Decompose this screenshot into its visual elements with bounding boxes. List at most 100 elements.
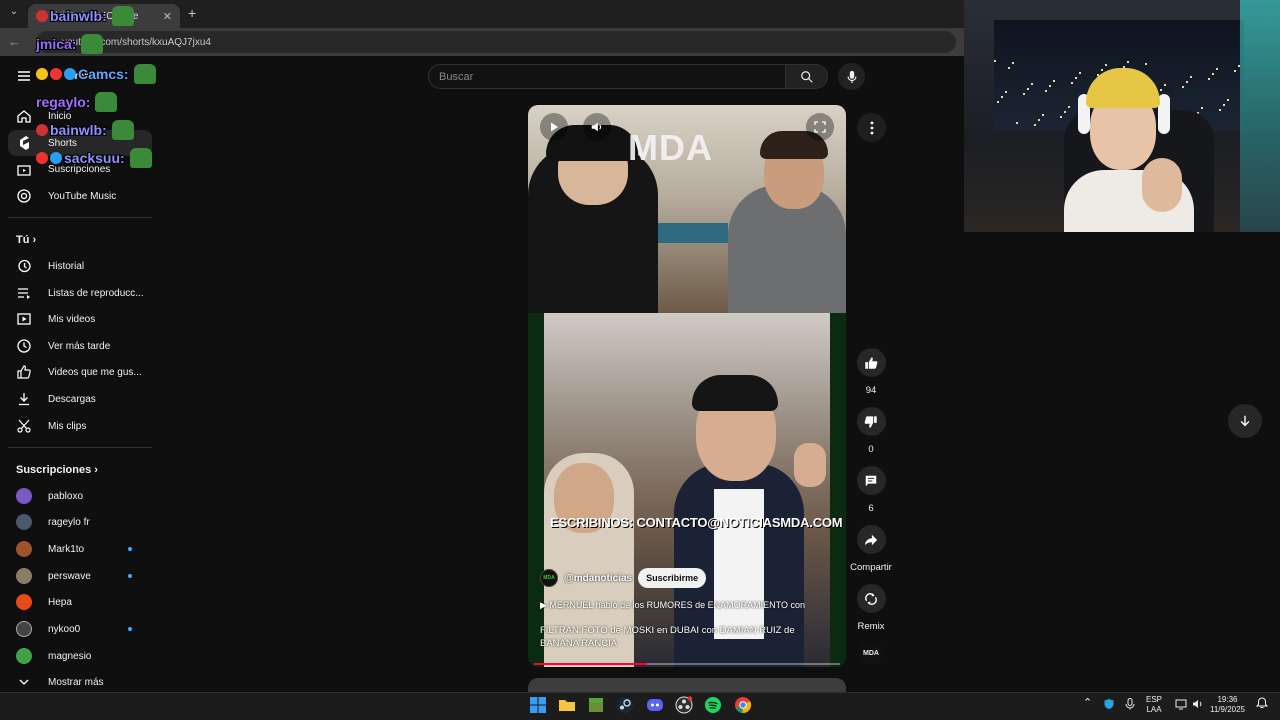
- like-button[interactable]: 94: [850, 348, 892, 396]
- related-video-link[interactable]: ▶ MERNUEL habló de los RUMORES de ENAMOR…: [540, 600, 830, 611]
- url-field[interactable]: youtube.com/shorts/kxuAQJ7jxu4: [36, 31, 956, 53]
- file-explorer-icon[interactable]: [558, 696, 576, 714]
- windows-start-icon[interactable]: [529, 696, 547, 714]
- channel-thumbnail[interactable]: MDA: [860, 642, 882, 664]
- dislike-button[interactable]: 0: [850, 407, 892, 455]
- youtube-music-icon: [17, 189, 31, 203]
- sidebar-item-label: Videos que me gus...: [48, 366, 142, 378]
- sidebar-item-ver-mas-tarde[interactable]: Ver más tarde: [0, 333, 152, 359]
- voice-search-button[interactable]: [838, 63, 865, 90]
- sidebar-sub-rageylo[interactable]: rageylo fr: [0, 509, 152, 535]
- sidebar-item-label: Mark1to: [48, 543, 85, 555]
- thumbs-up-icon: [17, 365, 31, 379]
- remix-icon: [865, 592, 877, 605]
- remix-button[interactable]: Remix: [850, 584, 892, 632]
- tray-network-icon[interactable]: [1175, 698, 1187, 713]
- search-icon: [800, 70, 813, 83]
- spotify-icon[interactable]: [704, 696, 722, 714]
- you-section-title[interactable]: Tú ›: [16, 234, 36, 246]
- avatar: [16, 488, 32, 504]
- subscriptions-section-title[interactable]: Suscripciones ›: [16, 464, 98, 476]
- sidebar-sub-perswave[interactable]: perswave: [0, 563, 152, 589]
- sidebar-item-descargas[interactable]: Descargas: [0, 386, 152, 412]
- sidebar-sub-pabloxo[interactable]: pabloxo: [0, 483, 152, 509]
- play-small-icon: ▶: [540, 600, 550, 610]
- share-icon: [864, 534, 878, 545]
- next-short-button[interactable]: [1228, 404, 1262, 438]
- new-tab-button[interactable]: +: [188, 5, 196, 21]
- tray-shield-icon[interactable]: [1103, 698, 1115, 713]
- clock-icon: [17, 339, 31, 353]
- back-arrow-icon[interactable]: ←: [8, 34, 21, 49]
- minecraft-icon[interactable]: [587, 696, 605, 714]
- search-button[interactable]: [786, 64, 828, 89]
- playlists-icon: [18, 288, 30, 299]
- my-videos-icon: [17, 313, 31, 325]
- play-icon: [551, 122, 558, 132]
- play-button[interactable]: [540, 113, 568, 141]
- volume-button[interactable]: [583, 113, 611, 141]
- clock-area[interactable]: 19:36 11/9/2025: [1210, 695, 1245, 715]
- chat-badge-icon: [50, 68, 62, 80]
- photo-waving-hand: [794, 443, 826, 487]
- contact-banner: ESCRIBINOS: CONTACTO@NOTICIASMDA.COM: [550, 515, 843, 530]
- tab-search-icon[interactable]: ⌄: [6, 6, 22, 22]
- sidebar-sub-magnesio[interactable]: magnesio: [0, 643, 152, 669]
- tray-microphone-icon[interactable]: [1125, 698, 1135, 713]
- sidebar-item-listas[interactable]: Listas de reproducc...: [0, 280, 152, 306]
- channel-avatar[interactable]: MDA: [540, 569, 558, 587]
- video-side-border: [830, 313, 846, 667]
- channel-name[interactable]: @mdanoticias: [564, 573, 632, 584]
- avatar: [16, 621, 32, 637]
- sidebar-sub-mark1to[interactable]: Mark1to: [0, 536, 152, 562]
- short-video-player[interactable]: MDA ESCRIBINOS: CONTACTO@NOTICIASMDA.COM…: [528, 105, 846, 667]
- chat-message: bainwlb:: [36, 120, 134, 140]
- sidebar-item-mis-videos[interactable]: Mis videos: [0, 306, 152, 332]
- sidebar-sub-nykoo0[interactable]: nykoo0: [0, 616, 152, 642]
- video-side-border: [528, 313, 544, 667]
- frog-emote-icon: [129, 148, 152, 168]
- sidebar-item-historial[interactable]: Historial: [0, 253, 152, 279]
- discord-icon[interactable]: [646, 696, 664, 714]
- sidebar-item-videos-me-gustan[interactable]: Videos que me gus...: [0, 359, 152, 385]
- sidebar-item-youtube-music[interactable]: YouTube Music: [0, 183, 152, 209]
- tray-chevron-up-icon[interactable]: ⌃: [1083, 698, 1092, 709]
- thumbs-up-icon: [865, 356, 878, 369]
- chat-badge-icon: [64, 68, 76, 80]
- sidebar-item-label: YouTube Music: [48, 190, 117, 202]
- sidebar-item-mis-clips[interactable]: Mis clips: [0, 413, 152, 439]
- avatar: [16, 648, 32, 664]
- sidebar-item-label: pabloxo: [48, 490, 84, 502]
- close-tab-icon[interactable]: ✕: [163, 10, 172, 23]
- subscriptions-icon: [17, 165, 31, 176]
- language-code: ESP: [1146, 695, 1163, 704]
- thumbs-down-icon: [864, 415, 877, 428]
- comments-button[interactable]: 6: [850, 466, 892, 514]
- download-icon: [19, 393, 29, 406]
- hamburger-menu-icon[interactable]: [16, 68, 32, 84]
- steam-icon[interactable]: [616, 696, 634, 714]
- sidebar-sub-hepa[interactable]: Hepa: [0, 589, 152, 615]
- dislike-count: 0: [868, 444, 874, 455]
- fullscreen-button[interactable]: [806, 113, 834, 141]
- webcam-rgb-light: [1240, 0, 1280, 232]
- notification-bell-icon[interactable]: [1255, 697, 1269, 712]
- sidebar-item-label: Historial: [48, 260, 85, 272]
- tray-volume-icon[interactable]: [1192, 698, 1204, 713]
- share-button[interactable]: Compartir: [850, 525, 892, 573]
- chrome-icon[interactable]: [734, 696, 752, 714]
- arrow-down-icon: [1240, 415, 1250, 427]
- next-short-preview[interactable]: [528, 678, 846, 692]
- chat-message: regaylo:: [36, 92, 118, 112]
- fullscreen-icon: [814, 121, 826, 133]
- new-content-dot: [128, 574, 132, 578]
- keyboard-language[interactable]: ESP LAA: [1146, 695, 1162, 715]
- short-description[interactable]: FILTRAN FOTO de MOSKI en DUBAI con DAMIA…: [540, 624, 830, 650]
- clock-date: 11/9/2025: [1210, 705, 1245, 714]
- sidebar-item-label: Mis videos: [48, 313, 96, 325]
- microphone-icon: [846, 70, 857, 83]
- search-input[interactable]: Buscar: [428, 64, 786, 89]
- obs-icon[interactable]: [675, 696, 693, 714]
- more-options-button[interactable]: [857, 113, 886, 142]
- subscribe-button[interactable]: Suscribirme: [638, 568, 707, 588]
